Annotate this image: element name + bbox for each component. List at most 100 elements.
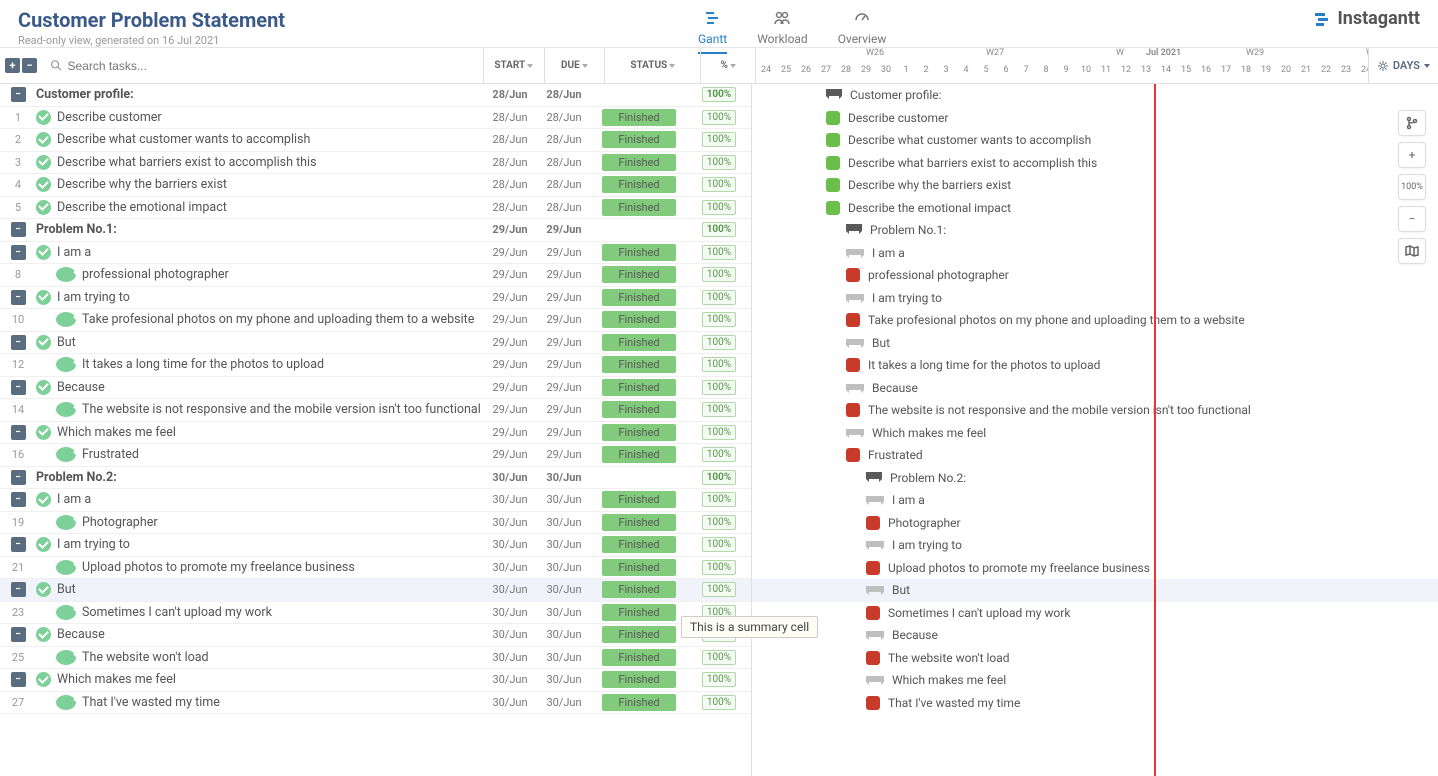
task-name-cell[interactable]: I am trying to [36, 290, 483, 305]
col-status[interactable]: STATUS [605, 48, 701, 83]
collapse-toggle[interactable]: − [11, 425, 26, 440]
task-name-cell[interactable]: Describe customer [36, 110, 483, 125]
collapse-toggle[interactable]: − [11, 470, 26, 485]
task-row[interactable]: −But30/Jun30/JunFinished100% [0, 579, 751, 602]
gantt-marker[interactable]: professional photographer [846, 268, 1009, 282]
gantt-marker[interactable]: Describe what barriers exist to accompli… [826, 156, 1097, 170]
task-name-cell[interactable]: Because [36, 380, 483, 395]
task-row[interactable]: 5Describe the emotional impact28/Jun28/J… [0, 197, 751, 220]
gantt-row[interactable]: But [752, 579, 1438, 602]
gantt-marker[interactable]: Which makes me feel [866, 673, 1006, 687]
task-name-cell[interactable]: But [36, 335, 483, 350]
task-name-cell[interactable]: I am a [36, 492, 483, 507]
gantt-row[interactable]: Describe customer [752, 107, 1438, 130]
gantt-marker[interactable]: Frustrated [846, 448, 923, 462]
collapse-toggle[interactable]: − [11, 290, 26, 305]
task-row[interactable]: 19Photographer30/Jun30/JunFinished100% [0, 512, 751, 535]
gantt-row[interactable]: Describe what barriers exist to accompli… [752, 152, 1438, 175]
gantt-row[interactable]: I am trying to [752, 287, 1438, 310]
gantt-row[interactable]: Photographer [752, 512, 1438, 535]
task-row[interactable]: −I am a29/Jun29/JunFinished100% [0, 242, 751, 265]
task-row[interactable]: 16Frustrated29/Jun29/JunFinished100% [0, 444, 751, 467]
timeline-header[interactable]: W26W27WW29WJul 2021 24252627282930123456… [756, 48, 1369, 83]
task-name-cell[interactable]: I am a [36, 245, 483, 260]
gantt-row[interactable]: Customer profile: [752, 84, 1438, 107]
search-input[interactable] [67, 59, 475, 73]
collapse-toggle[interactable]: − [11, 627, 26, 642]
task-name-cell[interactable]: Describe the emotional impact [36, 200, 483, 215]
zoom-out-button[interactable]: − [1398, 206, 1426, 232]
task-row[interactable]: 4Describe why the barriers exist28/Jun28… [0, 174, 751, 197]
expand-all-button[interactable]: + [5, 58, 20, 73]
gantt-marker[interactable]: Customer profile: [826, 88, 942, 102]
task-row[interactable]: −Which makes me feel30/Jun30/JunFinished… [0, 669, 751, 692]
gantt-row[interactable]: Problem No.2: [752, 467, 1438, 490]
gantt-row[interactable]: Take profesional photos on my phone and … [752, 309, 1438, 332]
gantt-row[interactable]: That I've wasted my time [752, 692, 1438, 715]
gantt-marker[interactable]: That I've wasted my time [866, 696, 1020, 710]
gantt-marker[interactable]: Describe customer [826, 111, 948, 125]
task-name-cell[interactable]: The website is not responsive and the mo… [36, 402, 483, 417]
days-scale-button[interactable]: DAYS [1369, 48, 1438, 83]
task-name-cell[interactable]: Describe what barriers exist to accompli… [36, 155, 483, 170]
collapse-toggle[interactable]: − [11, 222, 26, 237]
gantt-row[interactable]: Because [752, 377, 1438, 400]
gantt-marker[interactable]: Take profesional photos on my phone and … [846, 313, 1245, 327]
task-name-cell[interactable]: Customer profile: [36, 87, 483, 102]
task-row[interactable]: 12It takes a long time for the photos to… [0, 354, 751, 377]
task-name-cell[interactable]: That I've wasted my time [36, 695, 483, 710]
gantt-row[interactable]: The website is not responsive and the mo… [752, 399, 1438, 422]
task-name-cell[interactable]: I am trying to [36, 537, 483, 552]
gantt-marker[interactable]: But [846, 336, 890, 350]
task-name-cell[interactable]: professional photographer [36, 267, 483, 282]
collapse-toggle[interactable]: − [11, 380, 26, 395]
task-row[interactable]: 25The website won't load30/Jun30/JunFini… [0, 647, 751, 670]
gantt-marker[interactable]: Photographer [866, 516, 961, 530]
gantt-row[interactable]: Describe what customer wants to accompli… [752, 129, 1438, 152]
task-row[interactable]: −I am trying to30/Jun30/JunFinished100% [0, 534, 751, 557]
task-row[interactable]: −Because30/Jun30/JunFinished100% [0, 624, 751, 647]
task-row[interactable]: −Because29/Jun29/JunFinished100% [0, 377, 751, 400]
gantt-row[interactable]: Which makes me feel [752, 669, 1438, 692]
gantt-row[interactable]: Describe why the barriers exist [752, 174, 1438, 197]
task-row[interactable]: 10Take profesional photos on my phone an… [0, 309, 751, 332]
gantt-row[interactable]: Sometimes I can't upload my work [752, 602, 1438, 625]
task-row[interactable]: 14The website is not responsive and the … [0, 399, 751, 422]
map-button[interactable] [1398, 238, 1426, 264]
gantt-row[interactable]: I am a [752, 242, 1438, 265]
gantt-marker[interactable]: Describe why the barriers exist [826, 178, 1011, 192]
gantt-marker[interactable]: Problem No.2: [866, 471, 966, 485]
task-name-cell[interactable]: But [36, 582, 483, 597]
gantt-row[interactable]: I am trying to [752, 534, 1438, 557]
col-pct[interactable]: % [701, 48, 756, 83]
task-name-cell[interactable]: Describe why the barriers exist [36, 177, 483, 192]
task-row[interactable]: −Problem No.2:30/Jun30/Jun100% [0, 467, 751, 490]
task-name-cell[interactable]: Upload photos to promote my freelance bu… [36, 560, 483, 575]
gantt-marker[interactable]: Describe what customer wants to accompli… [826, 133, 1091, 147]
task-row[interactable]: −Which makes me feel29/Jun29/JunFinished… [0, 422, 751, 445]
task-row[interactable]: −Problem No.1:29/Jun29/Jun100% [0, 219, 751, 242]
task-row[interactable]: 8professional photographer29/Jun29/JunFi… [0, 264, 751, 287]
task-row[interactable]: −I am a30/Jun30/JunFinished100% [0, 489, 751, 512]
task-name-cell[interactable]: Take profesional photos on my phone and … [36, 312, 483, 327]
gantt-marker[interactable]: Because [846, 381, 918, 395]
collapse-toggle[interactable]: − [11, 672, 26, 687]
gantt-row[interactable]: Because [752, 624, 1438, 647]
branch-button[interactable] [1398, 110, 1426, 136]
gantt-marker[interactable]: Upload photos to promote my freelance bu… [866, 561, 1150, 575]
task-name-cell[interactable]: Problem No.2: [36, 470, 483, 485]
gantt-row[interactable]: The website won't load [752, 647, 1438, 670]
gantt-row[interactable]: I am a [752, 489, 1438, 512]
gantt-marker[interactable]: It takes a long time for the photos to u… [846, 358, 1100, 372]
task-name-cell[interactable]: Because [36, 627, 483, 642]
zoom-level[interactable]: 100% [1398, 174, 1426, 200]
task-row[interactable]: 3Describe what barriers exist to accompl… [0, 152, 751, 175]
task-row[interactable]: 1Describe customer28/Jun28/JunFinished10… [0, 107, 751, 130]
task-row[interactable]: 23Sometimes I can't upload my work30/Jun… [0, 602, 751, 625]
task-name-cell[interactable]: Photographer [36, 515, 483, 530]
gantt-row[interactable]: professional photographer [752, 264, 1438, 287]
gantt-marker[interactable]: Describe the emotional impact [826, 201, 1011, 215]
col-due[interactable]: DUE [545, 48, 606, 83]
gantt-marker[interactable]: Which makes me feel [846, 426, 986, 440]
task-row[interactable]: 21Upload photos to promote my freelance … [0, 557, 751, 580]
